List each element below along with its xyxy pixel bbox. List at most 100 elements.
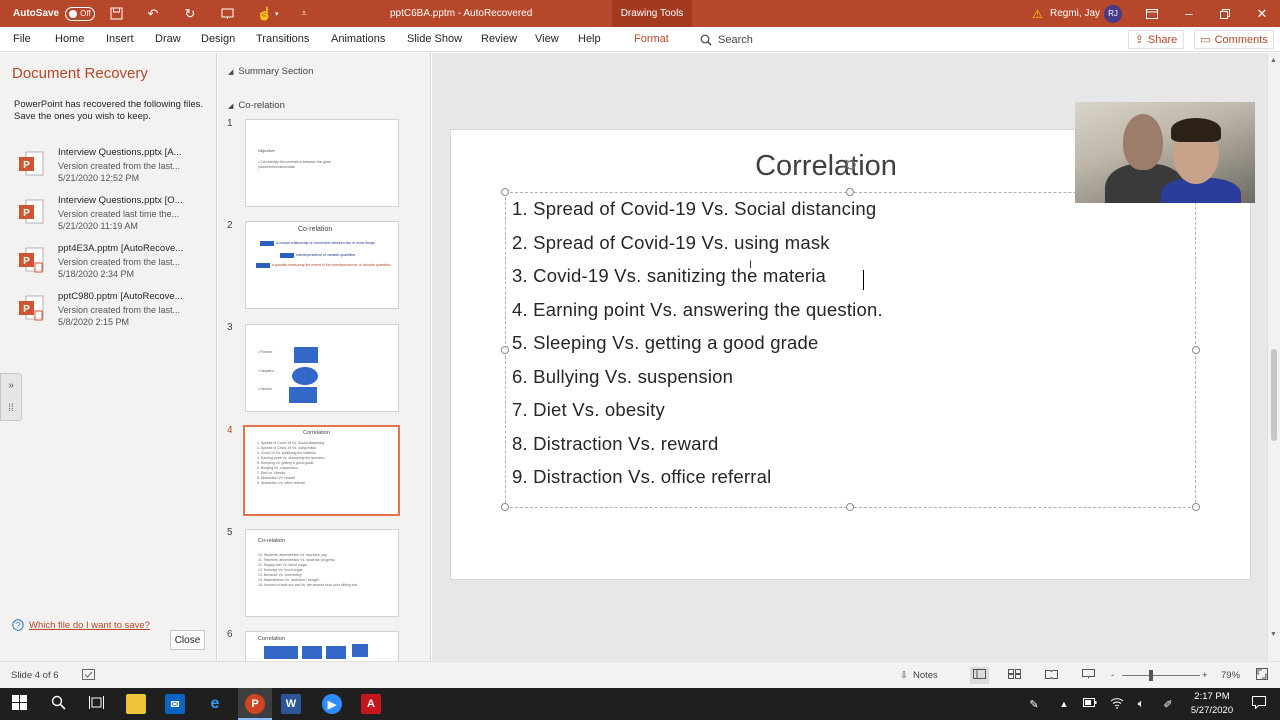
show-hidden-icons-icon[interactable]: ▲	[1060, 699, 1069, 709]
tab-transitions[interactable]: Transitions	[256, 27, 309, 52]
which-file-link-text[interactable]: Which file do I want to save?	[29, 620, 150, 631]
close-recovery-button[interactable]: Close	[170, 630, 205, 650]
resize-handle[interactable]	[501, 188, 509, 196]
close-window-icon[interactable]: ✕	[1254, 6, 1270, 22]
resize-handle[interactable]	[501, 346, 509, 354]
touch-mode-icon[interactable]: ☝	[257, 6, 273, 22]
section-summary[interactable]: ◢ Summary Section	[228, 66, 313, 77]
comments-button[interactable]: ▭ Comments	[1194, 30, 1274, 49]
bullet-item[interactable]: 1. Spread of Covid-19 Vs. Social distanc…	[512, 198, 876, 220]
ribbon-display-options-icon[interactable]	[1144, 6, 1160, 22]
pen-icon[interactable]: ✐	[1163, 698, 1172, 711]
powerpoint-app-icon[interactable]: P	[245, 694, 265, 714]
tab-home[interactable]: Home	[55, 27, 84, 52]
expand-panel-handle[interactable]: » ⁞⁞	[0, 373, 22, 421]
network-icon[interactable]	[1110, 697, 1124, 712]
slide-thumbnail-2[interactable]: Co-relation A mutual relationship or con…	[245, 221, 399, 309]
bullet-item[interactable]: 9. Distraction Vs. office referral	[512, 466, 771, 488]
resize-handle[interactable]	[501, 503, 509, 511]
autosave-control[interactable]: AutoSave Off	[13, 0, 96, 27]
warning-icon[interactable]: ⚠	[1032, 7, 1043, 21]
save-icon[interactable]	[108, 6, 124, 22]
tab-insert[interactable]: Insert	[106, 27, 134, 52]
resize-handle[interactable]	[846, 503, 854, 511]
tab-format[interactable]: Format	[634, 27, 669, 52]
zoom-slider-track[interactable]	[1122, 675, 1200, 676]
share-button[interactable]: ⇪ Share	[1128, 30, 1184, 49]
bullet-text-box[interactable]: 1. Spread of Covid-19 Vs. Social distanc…	[501, 188, 1200, 511]
scroll-up-icon[interactable]: ▲	[1270, 57, 1277, 64]
zoom-in-button[interactable]: +	[1202, 662, 1208, 689]
slide-thumbnail-1[interactable]: Objective • Can identify the correlation…	[245, 119, 399, 207]
start-from-beginning-icon[interactable]	[219, 6, 235, 22]
which-file-help-link[interactable]: ? Which file do I want to save?	[12, 619, 150, 631]
zoom-app-icon[interactable]: ▶	[322, 694, 342, 714]
recovered-file-item[interactable]: P pptC980.pptm [AutoRecove... Version cr…	[18, 291, 213, 339]
system-clock[interactable]: 2:17 PM 5/27/2020	[1187, 690, 1237, 718]
bullet-item[interactable]: 5. Sleeping Vs. getting a good grade	[512, 332, 819, 354]
slide-show-icon[interactable]	[1082, 669, 1095, 682]
resize-handle[interactable]	[1192, 346, 1200, 354]
edge-browser-icon[interactable]: e	[205, 694, 225, 714]
word-app-icon[interactable]: W	[281, 694, 301, 714]
bullet-item[interactable]: 2. Spread of Covid-19 Vs. using mask	[512, 232, 830, 254]
bullet-item[interactable]: 8. Distraction Vs. reward	[512, 433, 719, 455]
minimize-icon[interactable]: –	[1181, 6, 1197, 22]
zoom-level[interactable]: 79%	[1221, 662, 1240, 689]
acrobat-icon[interactable]: A	[361, 694, 381, 714]
user-avatar[interactable]: RJ	[1104, 4, 1122, 23]
search-box[interactable]: Search	[700, 27, 753, 52]
tab-view[interactable]: View	[535, 27, 559, 52]
zoom-slider-knob[interactable]	[1149, 670, 1153, 681]
scrollbar-thumb[interactable]	[1271, 349, 1277, 441]
bullet-item[interactable]: 3. Covid-19 Vs. sanitizing the materia	[512, 265, 826, 287]
search-icon[interactable]	[51, 695, 66, 713]
vertical-scrollbar[interactable]: ▲ ▼	[1267, 53, 1280, 661]
bullet-item[interactable]: 7. Diet Vs. obesity	[512, 399, 665, 421]
zoom-out-button[interactable]: -	[1111, 662, 1114, 689]
mail-icon[interactable]: ✉	[165, 694, 185, 714]
section-corelation[interactable]: ◢ Co-relation	[228, 100, 285, 111]
autosave-toggle[interactable]: Off	[65, 6, 96, 21]
normal-view-icon[interactable]	[970, 667, 989, 684]
recovered-file-item[interactable]: P ppt4E3A.pptm [AutoRecove... Version cr…	[18, 243, 213, 291]
tab-slide-show[interactable]: Slide Show	[407, 27, 462, 52]
tab-help[interactable]: Help	[578, 27, 601, 52]
resize-handle[interactable]	[846, 188, 854, 196]
slide-thumbnail-6[interactable]: Correlation	[245, 631, 399, 661]
collapse-triangle-icon[interactable]: ◢	[228, 68, 233, 76]
redo-icon[interactable]: ↻	[182, 6, 198, 22]
windows-start-icon[interactable]	[11, 695, 27, 713]
tab-review[interactable]: Review	[481, 27, 517, 52]
slide-thumbnail-4-selected[interactable]: Correlation 1. Spread of Covid-19 Vs. So…	[243, 425, 400, 516]
resize-handle[interactable]	[1192, 503, 1200, 511]
slide-sorter-icon[interactable]	[1008, 669, 1021, 682]
recovered-file-item[interactable]: P Interview Questions.pptx [A... Version…	[18, 147, 213, 195]
tab-animations[interactable]: Animations	[331, 27, 385, 52]
file-explorer-icon[interactable]	[126, 694, 146, 714]
slide-thumbnail-3[interactable]: • Positive • Negative • Neutral	[245, 324, 399, 412]
fit-to-window-icon[interactable]	[1256, 668, 1268, 683]
customize-toolbar-icon[interactable]: ⩡	[296, 6, 312, 22]
volume-icon[interactable]: 🔈︎	[1138, 698, 1145, 711]
notes-button[interactable]: ⇩ Notes	[900, 662, 938, 689]
pen-workspace-icon[interactable]: ✎	[1029, 698, 1038, 711]
reading-view-icon[interactable]	[1045, 669, 1058, 682]
notifications-icon[interactable]	[1252, 696, 1266, 712]
tab-file[interactable]: File	[13, 27, 31, 52]
bullet-item[interactable]: 4. Earning point Vs. answering the quest…	[512, 299, 883, 321]
slide-title[interactable]: Correlation	[751, 150, 901, 183]
bullet-item[interactable]: 6. Bullying Vs. suspension	[512, 366, 733, 388]
accessibility-check-icon[interactable]	[82, 668, 95, 683]
undo-icon[interactable]: ↶	[145, 6, 161, 22]
user-name[interactable]: Regmi, Jay	[1050, 0, 1100, 27]
recovered-file-item[interactable]: P Interview Questions.pptx [O... Version…	[18, 195, 213, 243]
tab-draw[interactable]: Draw	[155, 27, 181, 52]
maximize-icon[interactable]	[1217, 6, 1233, 22]
chevron-down-icon[interactable]: ▾	[275, 10, 279, 18]
rotate-handle-icon[interactable]	[844, 158, 858, 172]
task-view-icon[interactable]	[88, 695, 104, 713]
collapse-triangle-icon[interactable]: ◢	[228, 102, 233, 110]
slide-thumbnail-5[interactable]: Co-relation 10. Students' absenteeism Vs…	[245, 529, 399, 617]
scroll-down-icon[interactable]: ▼	[1270, 631, 1277, 638]
